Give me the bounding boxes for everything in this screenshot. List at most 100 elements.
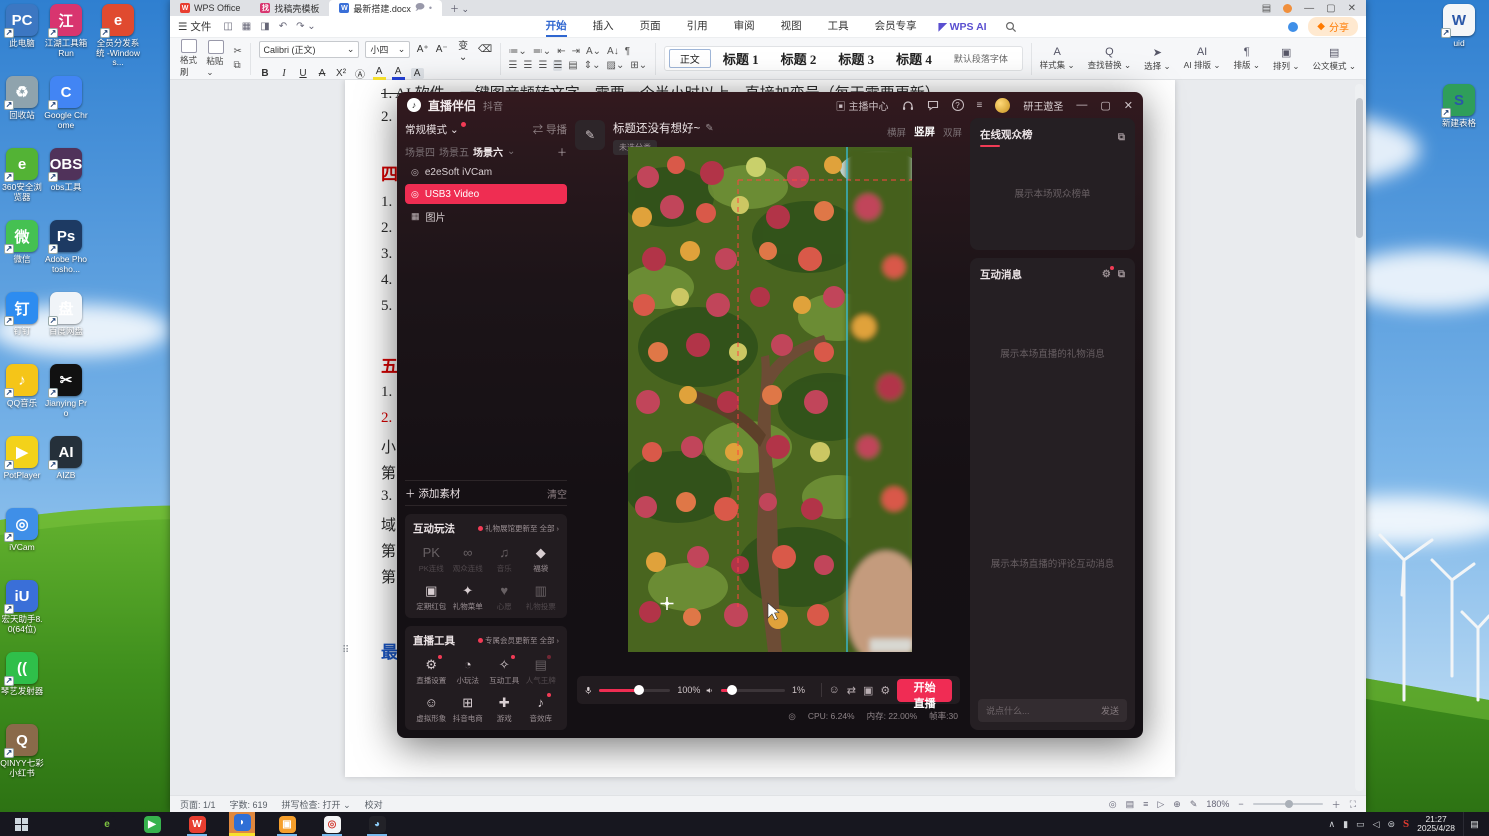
phonetic-button[interactable]: Ⓐ [354,66,367,81]
print-icon[interactable]: ▦ [242,21,251,32]
ai-layout-button[interactable]: AI AI 排版 ⌄ [1184,46,1221,72]
wps-ai-menu[interactable]: ◤ WPS AI [939,21,987,33]
wps-menu-item[interactable]: 页面 [640,16,661,37]
clear-button[interactable]: 清空 [547,486,567,501]
gauge-icon[interactable]: ◎ [788,711,795,722]
stream-title[interactable]: 标题还没有想好~ [613,120,700,136]
font-size-select[interactable]: 小四 ⌄ [365,41,411,58]
page-view-icon[interactable]: ▤ [1126,799,1135,810]
taskbar-live-companion[interactable]: ◗ [229,812,255,836]
taskbar-capture-app[interactable]: ▣ [274,812,300,836]
redo-icon[interactable]: ↷ ⌄ [296,21,316,32]
desktop-icon-potplayer[interactable]: ▶ ↗ PotPlayer [0,432,44,504]
zoom-level[interactable]: 180% [1206,799,1229,809]
shading-icon[interactable]: ▨⌄ [607,60,625,71]
live-minimize-button[interactable]: — [1076,99,1087,111]
clear-format-button[interactable]: ⌫ [478,44,492,55]
start-live-button[interactable]: 开始直播 [897,678,952,710]
align-left-icon[interactable]: ☰ [508,60,517,71]
usb-icon[interactable]: ▮ [1343,819,1348,830]
desktop-icon-baidu-netdisk[interactable]: 盘 ↗ 百度网盘 [44,288,88,360]
tray-expand-icon[interactable]: ∧ [1329,819,1336,830]
scene-tab[interactable]: 场景六 [473,144,503,159]
play-gift-vote[interactable]: ▥ 礼物投票 [523,583,560,612]
desktop-icon-hongtian-helper[interactable]: iU ↗ 宏天助手8.0(64位) [0,576,44,648]
word-count[interactable]: 字数: 619 [230,798,268,811]
select-button[interactable]: ➤ 选择 ⌄ [1144,46,1171,72]
workspace-icon[interactable]: ▤ [1262,3,1271,14]
style-item[interactable]: 默认段落字体 [944,49,1018,68]
screen-mode-option[interactable]: 双屏 [943,125,962,139]
play-lucky-bag[interactable]: ◆ 福袋 [523,545,560,574]
feedback-chat-icon[interactable] [927,100,939,111]
tool-update-note[interactable]: 专属会员更新至 全部 › [478,635,559,646]
desktop-icon-qq-music[interactable]: ♪ ↗ QQ音乐 [0,360,44,432]
paste-button[interactable]: 粘贴 ⌄ [206,39,225,78]
screen-mode-option[interactable]: 横屏 [887,125,906,139]
play-pk-link[interactable]: PK PK连线 [413,545,450,574]
layout-button[interactable]: ¶ 排版 ⌄ [1234,46,1261,72]
taskbar-video-app[interactable]: ▶ [139,812,165,836]
volume-icon[interactable]: ◁ [1373,819,1380,830]
cut-icon[interactable]: ✂ [233,46,241,57]
sogou-icon[interactable]: S [1403,818,1409,830]
live-maximize-button[interactable]: ▢ [1100,99,1110,112]
font-color-button[interactable]: A [391,66,405,80]
proofread-button[interactable]: 校对 [365,798,383,811]
taskbar-wps[interactable]: W [184,812,210,836]
anchor-center-button[interactable]: ▣ 主播中心 [836,98,889,113]
scene-tab[interactable]: 场景四 [405,144,435,159]
format-painter-button[interactable]: 格式刷 [180,39,198,78]
char-shading-button[interactable]: A [410,67,424,79]
copy-icon[interactable]: ⧉ [233,60,241,71]
wps-doc-tab-template[interactable]: 找 找稿壳模板 [250,0,329,16]
desktop-icon-recycle-bin[interactable]: ♻ ↗ 回收站 [0,72,44,144]
play-music[interactable]: ♫ 音乐 [486,545,523,574]
wps-maximize-button[interactable]: ▢ [1326,3,1335,14]
desktop-icon-dingtalk[interactable]: 钉 ↗ 钉钉 [0,288,44,360]
font-name-select[interactable]: Calibri (正文) ⌄ [258,41,360,58]
wps-menu-item[interactable]: 开始 [545,16,567,37]
wps-close-button[interactable]: ✕ [1348,3,1356,14]
justify-icon[interactable]: ☰ [553,60,563,71]
style-item[interactable]: 标题 1 [713,49,769,68]
print-preview-icon[interactable]: ◨ [260,21,269,32]
strikethrough-button[interactable]: A [316,68,329,79]
wps-minimize-button[interactable]: — [1304,3,1314,14]
style-item[interactable]: 标题 4 [886,49,942,68]
camera-icon[interactable]: ▣ [863,684,873,697]
desktop-icon-wechat[interactable]: 微 ↗ 微信 [0,216,44,288]
border-icon[interactable]: ⊞⌄ [630,60,647,71]
notification-center-icon[interactable]: ▤ [1463,812,1485,836]
style-item[interactable]: 标题 2 [771,49,827,68]
outdent-icon[interactable]: ⇤ [557,46,565,57]
wps-menu-item[interactable]: 视图 [781,16,802,37]
play-audience-link[interactable]: ∞ 观众连线 [450,545,487,574]
add-material-button[interactable]: ＋ 添加素材 [405,486,460,501]
chat-input[interactable]: 说点什么... 发送 [978,699,1127,722]
taskbar-360-browser[interactable]: e [94,812,120,836]
video-preview[interactable] [628,147,912,652]
edit-title-icon[interactable]: ✎ [705,123,713,134]
desktop-icon-ivcam[interactable]: ◎ ↗ iVCam [0,504,44,576]
help-icon[interactable]: ? [951,99,964,111]
wps-menu-item[interactable]: 插入 [593,16,614,37]
scene-tab[interactable]: 场景五 [439,144,469,159]
add-scene-button[interactable]: ＋ [557,144,567,159]
desktop-icon-this-pc[interactable]: PC ↗ 此电脑 [0,0,44,72]
comment-icon[interactable]: 🗩 [415,0,425,16]
flip-camera-icon[interactable]: ⇄ [847,684,856,697]
wps-menu-item[interactable]: 工具 [828,16,849,37]
zoom-slider[interactable] [1252,800,1323,808]
desktop-icon-new-sheet[interactable]: S ↗ 新建表格 [1432,80,1486,160]
taskbar-obs-camera[interactable]: ◎ [319,812,345,836]
file-menu[interactable]: ☰ 文件 [178,19,211,34]
play-update-note[interactable]: 礼物展馆更新至 全部 › [478,523,559,534]
desktop-icon-jianying[interactable]: ✂ ↗ Jianying Pro [44,360,88,432]
indent-icon[interactable]: ⇥ [572,46,580,57]
tray-clock[interactable]: 21:27 2025/4/28 [1417,814,1455,834]
official-doc-button[interactable]: ▤ 公文模式 ⌄ [1313,46,1357,72]
read-mode-icon[interactable]: ▷ [1157,799,1164,810]
undo-icon[interactable]: ↶ [279,21,287,32]
beauty-icon[interactable]: ☺ [829,684,840,696]
